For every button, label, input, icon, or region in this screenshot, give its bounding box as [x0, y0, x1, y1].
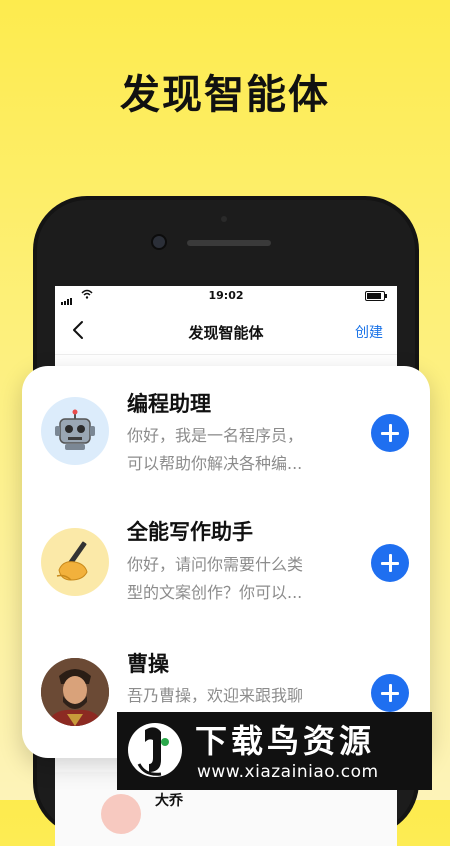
page-headline: 发现智能体 [120, 72, 330, 118]
create-button[interactable]: 创建 [355, 322, 383, 342]
nav-title: 发现智能体 [188, 324, 264, 342]
robot-icon [41, 397, 109, 465]
agent-name: 曹操 [127, 652, 169, 676]
nav-bar: 发现智能体 创建 [55, 310, 397, 355]
status-bar: 19:02 [55, 286, 397, 306]
agent-name: 编程助理 [127, 392, 211, 416]
agent-desc-line1: 你好，请问你需要什么类 [127, 555, 304, 574]
front-sensor [221, 216, 227, 222]
add-agent-button[interactable] [371, 544, 409, 582]
agent-item[interactable]: 全能写作助手 你好，请问你需要什么类 型的文案创作？你可以... [22, 496, 430, 626]
avatar [101, 794, 141, 834]
watermark-url: www.xiazainiao.com [197, 762, 379, 782]
add-agent-button[interactable] [371, 674, 409, 712]
bird-logo-icon [128, 723, 182, 777]
earpiece-speaker [187, 240, 271, 246]
agent-item[interactable]: 编程助理 你好，我是一名程序员， 可以帮助你解决各种编... [22, 366, 430, 496]
writing-hand-icon [41, 528, 109, 596]
battery-icon [365, 291, 387, 301]
agent-desc-line1: 你好，我是一名程序员， [127, 426, 304, 445]
front-camera [151, 234, 167, 250]
watermark-banner: 下载鸟资源 www.xiazainiao.com [117, 712, 432, 790]
watermark-title: 下载鸟资源 [195, 722, 376, 760]
agent-desc-line1: 吾乃曹操，欢迎来跟我聊 [127, 686, 304, 705]
status-time: 19:02 [208, 289, 244, 302]
agent-list-card: 编程助理 你好，我是一名程序员， 可以帮助你解决各种编... 全能写作助手 你好… [22, 366, 430, 758]
agent-name: 全能写作助手 [127, 520, 253, 544]
agent-desc-line2: 型的文案创作？你可以... [127, 583, 303, 602]
add-agent-button[interactable] [371, 414, 409, 452]
list-item-title: 大乔 [155, 793, 183, 809]
portrait-avatar [41, 658, 109, 726]
agent-desc-line2: 可以帮助你解决各种编... [127, 454, 303, 473]
